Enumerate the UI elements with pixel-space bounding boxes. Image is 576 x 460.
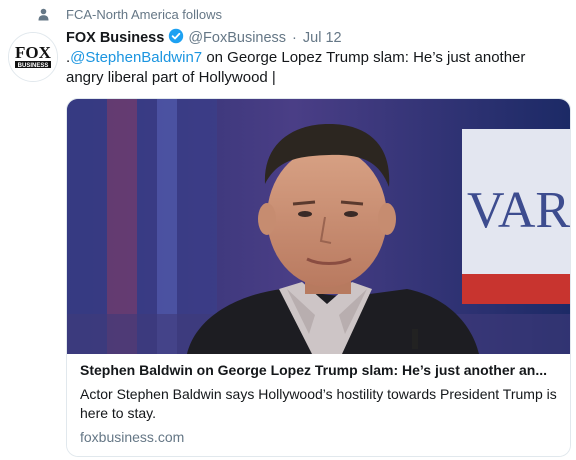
tweet-date[interactable]: Jul 12 [303, 30, 342, 46]
person-icon [38, 8, 49, 21]
tweet-header: FOX Business @FoxBusiness · Jul 12 [66, 28, 342, 48]
avatar[interactable]: FOX BUSINESS [8, 32, 58, 82]
link-card[interactable]: VARN Stephen Baldwin on George Lopez Tru… [66, 98, 571, 457]
card-domain: foxbusiness.com [80, 429, 185, 445]
avatar-logo-subtext: BUSINESS [18, 63, 49, 69]
verified-badge-icon [168, 28, 184, 48]
card-body[interactable]: Stephen Baldwin on George Lopez Trump sl… [67, 354, 570, 456]
card-image[interactable]: VARN [67, 99, 570, 354]
social-context-text[interactable]: FCA-North America follows [66, 7, 222, 22]
card-title[interactable]: Stephen Baldwin on George Lopez Trump sl… [80, 362, 560, 378]
avatar-logo-text: FOX [15, 43, 52, 62]
separator-dot: · [292, 30, 297, 46]
card-description: Actor Stephen Baldwin says Hollywood’s h… [80, 386, 557, 421]
card-image-sign: VARN [467, 182, 570, 239]
author-handle[interactable]: @FoxBusiness [188, 30, 286, 46]
author-name[interactable]: FOX Business [66, 30, 164, 46]
social-context: FCA-North America follows [38, 5, 222, 23]
mention-link[interactable]: @StephenBaldwin7 [70, 49, 202, 66]
tweet-text: .@StephenBaldwin7 on George Lopez Trump … [66, 48, 556, 88]
